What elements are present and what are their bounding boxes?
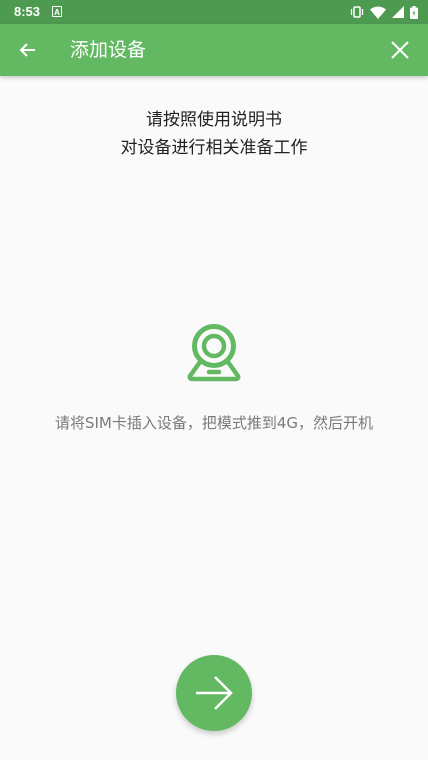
signal-icon [392, 6, 404, 18]
page-title: 添加设备 [70, 39, 147, 61]
arrow-right-icon [196, 676, 233, 710]
instructions-line-1: 请按照使用说明书 [146, 110, 282, 130]
wifi-icon [370, 6, 386, 19]
instructions: 请按照使用说明书 对设备进行相关准备工作 [0, 106, 428, 162]
camera-icon [187, 324, 241, 382]
status-bar: 8:53 A [0, 0, 428, 24]
close-icon [391, 41, 409, 59]
arrow-left-icon [19, 43, 35, 57]
notification-a-icon: A [52, 6, 62, 17]
close-button[interactable] [380, 30, 420, 70]
vibrate-icon [350, 6, 364, 18]
battery-icon [410, 5, 418, 19]
next-button[interactable] [176, 655, 252, 731]
back-button[interactable] [8, 30, 48, 70]
instructions-line-2: 对设备进行相关准备工作 [120, 138, 308, 158]
status-time: 8:53 [14, 4, 41, 19]
app-bar: 添加设备 [0, 24, 428, 76]
sim-instruction-text: 请将SIM卡插入设备，把模式推到4G，然后开机 [54, 414, 374, 432]
status-icons [350, 4, 418, 20]
